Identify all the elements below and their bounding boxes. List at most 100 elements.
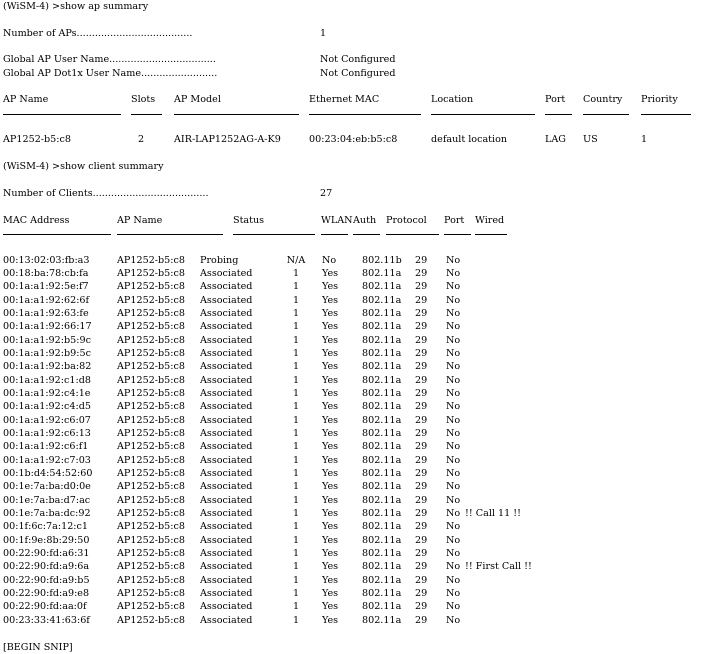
table-row: 00:1a:a1:92:c1:d8 AP1252-b5:c8 Associated 1… <box>3 374 698 387</box>
status-cell: Associated <box>200 441 253 453</box>
ap-name-cell: AP1252-b5:c8 <box>117 561 185 573</box>
status-cell: Associated <box>200 361 253 373</box>
ap-name-cell: AP1252-b5:c8 <box>117 601 185 613</box>
begin-snip-text: [BEGIN SNIP] <box>3 641 73 653</box>
wired-cell: No <box>446 361 461 373</box>
mac-address-cell: 00:22:90:fd:a6:31 <box>3 548 90 560</box>
status-cell: Associated <box>200 614 253 626</box>
wlan-cell: 1 <box>292 494 300 506</box>
port-cell: 29 <box>415 614 428 626</box>
wlan-cell: 1 <box>292 534 300 546</box>
col-header: AP Model <box>174 94 221 106</box>
wlan-cell: 1 <box>292 454 300 466</box>
status-cell: Associated <box>200 548 253 560</box>
mac-address-cell: 00:1a:a1:92:c6:13 <box>3 428 91 439</box>
ap-name-cell: AP1252-b5:c8 <box>117 321 185 333</box>
mac-address-cell: 00:1f:9e:8b:29:50 <box>3 534 90 546</box>
status-cell: Associated <box>200 521 253 533</box>
ap-name-cell: AP1252-b5:c8 <box>117 428 185 439</box>
auth-cell: Yes <box>322 508 339 520</box>
port-cell: 29 <box>415 401 428 413</box>
protocol-cell: 802.11a <box>362 614 402 626</box>
mac-address-cell: 00:13:02:03:fb:a3 <box>3 254 90 266</box>
wired-cell: No <box>446 614 461 626</box>
ap-name-cell: AP1252-b5:c8 <box>117 374 185 386</box>
wired-cell: No <box>446 561 461 573</box>
wired-cell: No <box>446 307 461 319</box>
status-cell: Associated <box>200 574 253 586</box>
table-row: 00:1b:d4:54:52:60 AP1252-b5:c8 Associated 1… <box>3 467 698 480</box>
port-cell: 29 <box>415 414 428 426</box>
num-aps-line: Number of APs...........................… <box>3 27 698 40</box>
auth-cell: Yes <box>322 414 339 426</box>
auth-cell: Yes <box>322 494 339 506</box>
separator-line <box>431 113 535 115</box>
status-cell: Associated <box>200 468 253 480</box>
mac-address-cell: 00:1a:a1:92:b9:5c <box>3 347 91 359</box>
mac-address-cell: 00:1a:a1:92:c6:f1 <box>3 441 89 453</box>
port-cell: 29 <box>415 347 428 359</box>
table-row: 00:1e:7a:ba:dc:92 AP1252-b5:c8 Associated 1… <box>3 507 698 520</box>
port-cell: LAG <box>545 134 566 146</box>
port-cell: 29 <box>415 574 428 586</box>
wlan-cell: 1 <box>292 428 300 439</box>
col-header: Wired <box>475 214 505 226</box>
wired-cell: No <box>446 548 461 560</box>
wired-cell: No <box>446 454 461 466</box>
wired-cell: No <box>446 374 461 386</box>
mac-address-cell: 00:1a:a1:92:c6:07 <box>3 414 91 426</box>
col-header: AP Name <box>117 214 163 226</box>
table-row: 00:22:90:fd:a9:e8 AP1252-b5:c8 Associated 1… <box>3 587 698 600</box>
status-cell: Associated <box>200 428 253 439</box>
wired-cell: No <box>446 387 461 399</box>
auth-cell: Yes <box>322 588 339 600</box>
protocol-cell: 802.11a <box>362 267 402 279</box>
auth-cell: Yes <box>322 574 339 586</box>
table-row: 00:1a:a1:92:b9:5c AP1252-b5:c8 Associated 1… <box>3 347 698 360</box>
ap-name-cell: AP1252-b5:c8 <box>117 254 185 266</box>
port-cell: 29 <box>415 361 428 373</box>
status-cell: Associated <box>200 281 253 293</box>
port-cell: 29 <box>415 454 428 466</box>
separator-line <box>583 113 629 115</box>
col-header: Auth <box>353 214 377 226</box>
begin-snip-line: [BEGIN SNIP] <box>3 641 698 654</box>
protocol-cell: 802.11a <box>362 374 402 386</box>
status-cell: Associated <box>200 401 253 413</box>
protocol-cell: 802.11a <box>362 401 402 413</box>
wired-cell: No <box>446 294 461 306</box>
col-header: Ethernet MAC <box>309 94 380 106</box>
status-cell: Associated <box>200 307 253 319</box>
status-cell: Associated <box>200 534 253 546</box>
status-cell: Associated <box>200 347 253 359</box>
protocol-cell: 802.11a <box>362 321 402 333</box>
table-row: 00:1a:a1:92:c6:f1 AP1252-b5:c8 Associated 1… <box>3 440 698 453</box>
client-table-separator <box>3 227 698 240</box>
protocol-cell: 802.11a <box>362 361 402 373</box>
auth-cell: Yes <box>322 361 339 373</box>
ap-table-header: AP Name Slots AP Model Ethernet MAC Loca… <box>3 93 698 106</box>
wired-cell: No <box>446 414 461 426</box>
mac-address-cell: 00:22:90:fd:a9:6a <box>3 561 90 573</box>
separator-line <box>545 113 572 115</box>
status-cell: Associated <box>200 414 253 426</box>
mac-address-cell: 00:1a:a1:92:62:6f <box>3 294 90 306</box>
table-row: 00:1a:a1:92:b5:9c AP1252-b5:c8 Associated 1… <box>3 334 698 347</box>
wired-cell: No <box>446 401 461 413</box>
ap-name-cell: AP1252-b5:c8 <box>117 521 185 533</box>
wlan-cell: 1 <box>292 387 300 399</box>
port-cell: 29 <box>415 267 428 279</box>
ethernet-mac-cell: 00:23:04:eb:b5:c8 <box>309 134 398 146</box>
ap-name-cell: AP1252-b5:c8 <box>117 494 185 506</box>
status-cell: Associated <box>200 494 253 506</box>
status-cell: Associated <box>200 387 253 399</box>
port-cell: 29 <box>415 374 428 386</box>
table-row: 00:1a:a1:92:62:6f AP1252-b5:c8 Associated 1… <box>3 294 698 307</box>
num-aps-label: Number of APs...........................… <box>3 27 193 39</box>
auth-cell: Yes <box>322 307 339 319</box>
table-row: 00:1a:a1:92:c6:13 AP1252-b5:c8 Associated 1… <box>3 427 698 440</box>
wired-cell: No <box>446 428 461 439</box>
col-header: Protocol <box>386 214 427 226</box>
country-cell: US <box>583 134 598 146</box>
auth-cell: Yes <box>322 347 339 359</box>
